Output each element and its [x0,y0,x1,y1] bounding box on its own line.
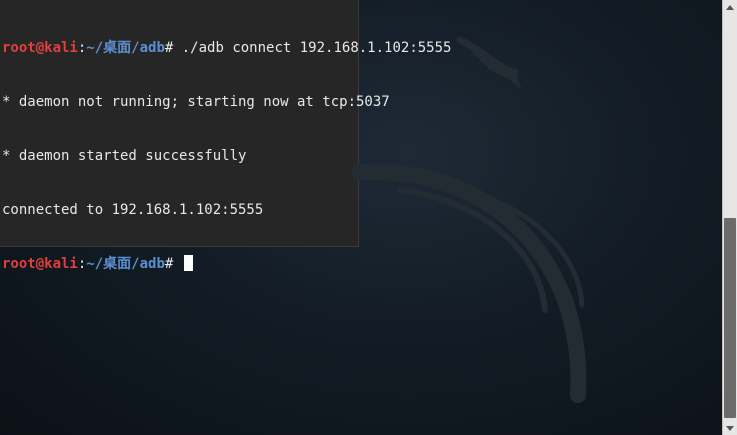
prompt-path: ~/桌面/adb [86,256,165,272]
terminal-line-1: root@kali:~/桌面/adb# ./adb connect 192.16… [2,39,708,57]
arrow-down-icon [726,425,734,431]
scroll-up-button[interactable] [723,0,737,14]
vertical-scrollbar[interactable] [722,0,737,435]
scrollbar-thumb[interactable] [724,218,736,418]
prompt-path: ~/桌面/adb [86,40,165,56]
terminal-line-4: connected to 192.168.1.102:5555 [2,202,264,218]
text-cursor [183,255,193,271]
prompt-user: root@kali [2,256,78,272]
scroll-down-button[interactable] [723,421,737,435]
terminal-output: root@kali:~/桌面/adb# ./adb connect 192.16… [2,3,708,309]
prompt-user: root@kali [2,40,78,56]
terminal-line-5[interactable]: root@kali:~/桌面/adb# [2,255,708,273]
arrow-up-icon [726,4,734,10]
terminal-window[interactable]: root@kali:~/桌面/adb# ./adb connect 192.16… [0,0,722,435]
command-text: ./adb connect 192.168.1.102:5555 [173,40,452,56]
terminal-line-3: * daemon started successfully [2,148,247,164]
command-input[interactable] [173,256,181,272]
terminal-line-2: * daemon not running; starting now at tc… [2,94,390,110]
